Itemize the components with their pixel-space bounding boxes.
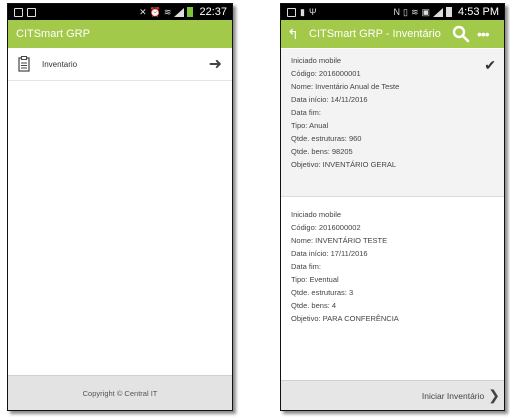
card-tipo: Tipo: Anual [291,121,329,130]
app-title: CITSmart GRP - Inventário [309,28,441,40]
image-icon [287,7,296,17]
wifi-icon: ≋ [163,7,172,17]
nfc-icon: N [393,7,401,17]
shield-icon [14,7,23,17]
wifi-icon: ≋ [410,7,419,17]
menu-item-label: Inventario [42,59,78,69]
status-time: 22:37 [199,6,227,18]
battery-icon [446,7,453,17]
start-inventory-label: Iniciar Inventário [421,390,485,401]
search-icon[interactable] [451,24,471,44]
card-qtde-bens: Qtde. bens: 4 [291,301,337,310]
image-icon [27,7,36,17]
card-nome: Nome: INVENTÁRIO TESTE [291,236,388,245]
app-bar: ↰ CITSmart GRP - Inventário ••• [281,20,504,48]
card-data-fim: Data fim: [291,262,322,271]
inventory-card[interactable]: Iniciado mobile Código: 2016000002 Nome:… [281,203,504,343]
battery-icon [187,7,194,17]
arrow-right-icon: ➜ [208,56,222,73]
card-data-inicio: Data início: 17/11/2016 [291,249,368,258]
footer: Copyright © Central IT [8,375,232,410]
start-inventory-button[interactable]: Iniciar Inventário ❯ [281,380,504,410]
more-horizontal-icon[interactable]: ••• [477,26,490,42]
card-codigo: Código: 2016000002 [291,223,361,232]
card-objetivo: Objetivo: PARA CONFERÊNCIA [291,314,399,323]
card-objetivo: Objetivo: INVENTÁRIO GERAL [291,160,397,169]
app-bar: CITSmart GRP [8,20,232,48]
vibrate-icon: ▯ [403,7,408,17]
card-nome: Nome: Inventário Anual de Teste [291,82,400,91]
card-qtde-estruturas: Qtde. estruturas: 3 [291,288,354,297]
sd-card-icon: ▮ [300,7,305,17]
menu-item-inventario[interactable]: Inventario ➜ [8,48,232,81]
usb-icon: Ψ [308,7,317,17]
alarm-icon: ⏰ [149,7,161,17]
inventory-card[interactable]: Iniciado mobile Código: 2016000001 Nome:… [281,49,504,197]
signal-icon [433,7,444,17]
left-phone-screen: ✕ ⏰ ≋ 22:37 CITSmart GRP Inventario ➜ Co… [7,3,233,411]
right-phone-screen: ▮ Ψ N ▯ ≋ ▣ 4:53 PM ↰ CITSmart GRP - Inv… [280,3,505,411]
card-qtde-estruturas: Qtde. estruturas: 960 [291,134,362,143]
status-bar: ✕ ⏰ ≋ 22:37 [8,4,232,20]
card-data-inicio: Data início: 14/11/2016 [291,95,368,104]
signal-icon [174,7,185,17]
data-icon: ▣ [421,7,431,17]
copyright-text: Copyright © Central IT [82,388,158,398]
card-qtde-bens: Qtde. bens: 98205 [291,147,353,156]
app-title: CITSmart GRP [16,28,90,40]
card-status: Iniciado mobile [291,210,342,219]
card-data-fim: Data fim: [291,108,322,117]
status-time: 4:53 PM [458,6,499,18]
clipboard-icon [18,56,30,72]
mute-icon: ✕ [139,7,147,17]
card-tipo: Tipo: Eventual [291,275,339,284]
chevron-right-icon: ❯ [488,387,500,403]
status-bar: ▮ Ψ N ▯ ≋ ▣ 4:53 PM [281,4,504,20]
back-arrow-icon[interactable]: ↰ [281,26,303,43]
checkmark-icon: ✔ [484,57,496,73]
card-codigo: Código: 2016000001 [291,69,361,78]
card-status: Iniciado mobile [291,56,342,65]
